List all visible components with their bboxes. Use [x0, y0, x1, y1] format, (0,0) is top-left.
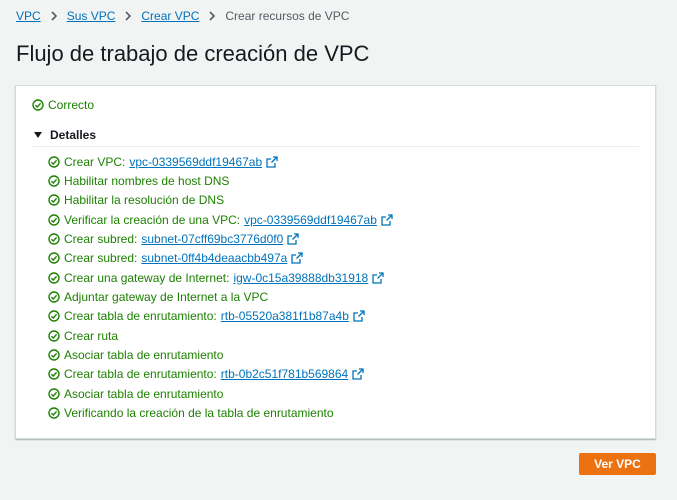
step-item: Verificando la creación de la tabla de e… — [48, 403, 393, 422]
step-label: Verificando la creación de la tabla de e… — [64, 405, 334, 420]
chevron-right-icon — [124, 11, 132, 21]
caret-down-icon — [34, 132, 42, 138]
breadcrumb-sus-vpc[interactable]: Sus VPC — [67, 8, 116, 24]
view-vpc-button[interactable]: Ver VPC — [579, 453, 656, 475]
check-circle-icon — [48, 310, 60, 322]
step-item: Crear subred: subnet-07cff69bc3776d0f0 — [48, 229, 393, 248]
step-label: Habilitar la resolución de DNS — [64, 193, 225, 208]
external-link-icon[interactable] — [287, 233, 299, 245]
divider — [32, 146, 639, 147]
step-item: Crear tabla de enrutamiento: rtb-05520a38… — [48, 307, 393, 326]
resource-link[interactable]: subnet-0ff4b4deaacbb497a — [141, 251, 287, 265]
check-circle-icon — [48, 407, 60, 419]
step-item: Verificar la creación de una VPC: vpc-033… — [48, 210, 393, 229]
external-link-icon[interactable] — [381, 213, 393, 226]
step-label: Asociar tabla de enrutamiento — [64, 347, 224, 362]
status-label: Correcto — [48, 98, 95, 112]
step-label: Habilitar nombres de host DNS — [64, 173, 230, 188]
external-link-icon[interactable] — [372, 271, 384, 284]
step-label: Asociar tabla de enrutamiento — [64, 386, 224, 401]
breadcrumb-vpc[interactable]: VPC — [16, 8, 41, 24]
step-label: Crear subred: — [64, 251, 138, 266]
resource-link[interactable]: vpc-0339569ddf19467ab — [244, 213, 377, 227]
check-circle-icon — [48, 252, 60, 264]
check-circle-icon — [48, 194, 60, 207]
check-circle-icon — [48, 155, 60, 168]
details-toggle[interactable]: Detalles — [34, 128, 96, 142]
breadcrumb-current: Crear recursos de VPC — [225, 9, 350, 23]
check-circle-icon — [48, 175, 60, 187]
resource-link[interactable]: igw-0c15a39888db31918 — [233, 271, 368, 285]
resource-link[interactable]: subnet-07cff69bc3776d0f0 — [141, 232, 283, 246]
step-label: Crear tabla de enrutamiento: — [64, 367, 217, 382]
step-item: Habilitar la resolución de DNS — [48, 191, 393, 210]
step-item: Crear tabla de enrutamiento: rtb-0b2c51f7… — [48, 365, 393, 384]
step-item: Crear VPC: vpc-0339569ddf19467ab — [48, 152, 393, 171]
steps-list: Crear VPC: vpc-0339569ddf19467ab Habilitar… — [48, 152, 393, 423]
external-link-icon[interactable] — [352, 368, 364, 380]
step-item: Crear subred: subnet-0ff4b4deaacbb497a — [48, 249, 393, 268]
step-item: Habilitar nombres de host DNS — [48, 171, 393, 190]
external-link-icon[interactable] — [353, 310, 365, 322]
external-link-icon[interactable] — [266, 156, 278, 168]
resource-link[interactable]: vpc-0339569ddf19467ab — [129, 155, 262, 169]
check-circle-icon — [48, 271, 60, 284]
check-circle-icon — [48, 291, 60, 303]
check-circle-icon — [48, 213, 60, 226]
breadcrumb: VPC Sus VPC Crear VPC Crear recursos de … — [16, 8, 349, 24]
step-label: Adjuntar gateway de Internet a la VPC — [64, 289, 269, 304]
step-item: Asociar tabla de enrutamiento — [48, 345, 393, 364]
check-circle-icon — [48, 233, 60, 245]
step-label: Crear VPC: — [64, 154, 126, 169]
chevron-right-icon — [208, 11, 216, 21]
step-label: Crear subred: — [64, 231, 138, 246]
step-label: Crear una gateway de Internet: — [64, 270, 230, 285]
resource-link[interactable]: rtb-05520a381f1b87a4b — [221, 309, 349, 323]
details-label: Detalles — [50, 128, 97, 142]
step-item: Adjuntar gateway de Internet a la VPC — [48, 287, 393, 306]
workflow-panel: Correcto Detalles Crear VPC: vpc-0339569d… — [15, 85, 656, 439]
resource-link[interactable]: rtb-0b2c51f781b569864 — [221, 367, 348, 381]
chevron-right-icon — [50, 11, 58, 21]
check-circle-icon — [48, 387, 60, 400]
step-label: Crear tabla de enrutamiento: — [64, 309, 217, 324]
check-circle-icon — [48, 329, 60, 342]
step-label: Crear ruta — [64, 328, 119, 343]
step-item: Crear ruta — [48, 326, 393, 345]
breadcrumb-crear-vpc[interactable]: Crear VPC — [141, 8, 199, 24]
step-item: Crear una gateway de Internet: igw-0c15a3… — [48, 268, 393, 287]
check-circle-icon — [48, 349, 60, 361]
check-circle-icon — [48, 368, 60, 380]
step-label: Verificar la creación de una VPC: — [64, 212, 241, 227]
step-item: Asociar tabla de enrutamiento — [48, 384, 393, 403]
external-link-icon[interactable] — [291, 252, 303, 264]
status-indicator: Correcto — [32, 98, 94, 112]
page-title: Flujo de trabajo de creación de VPC — [16, 41, 370, 66]
check-circle-icon — [32, 99, 44, 111]
